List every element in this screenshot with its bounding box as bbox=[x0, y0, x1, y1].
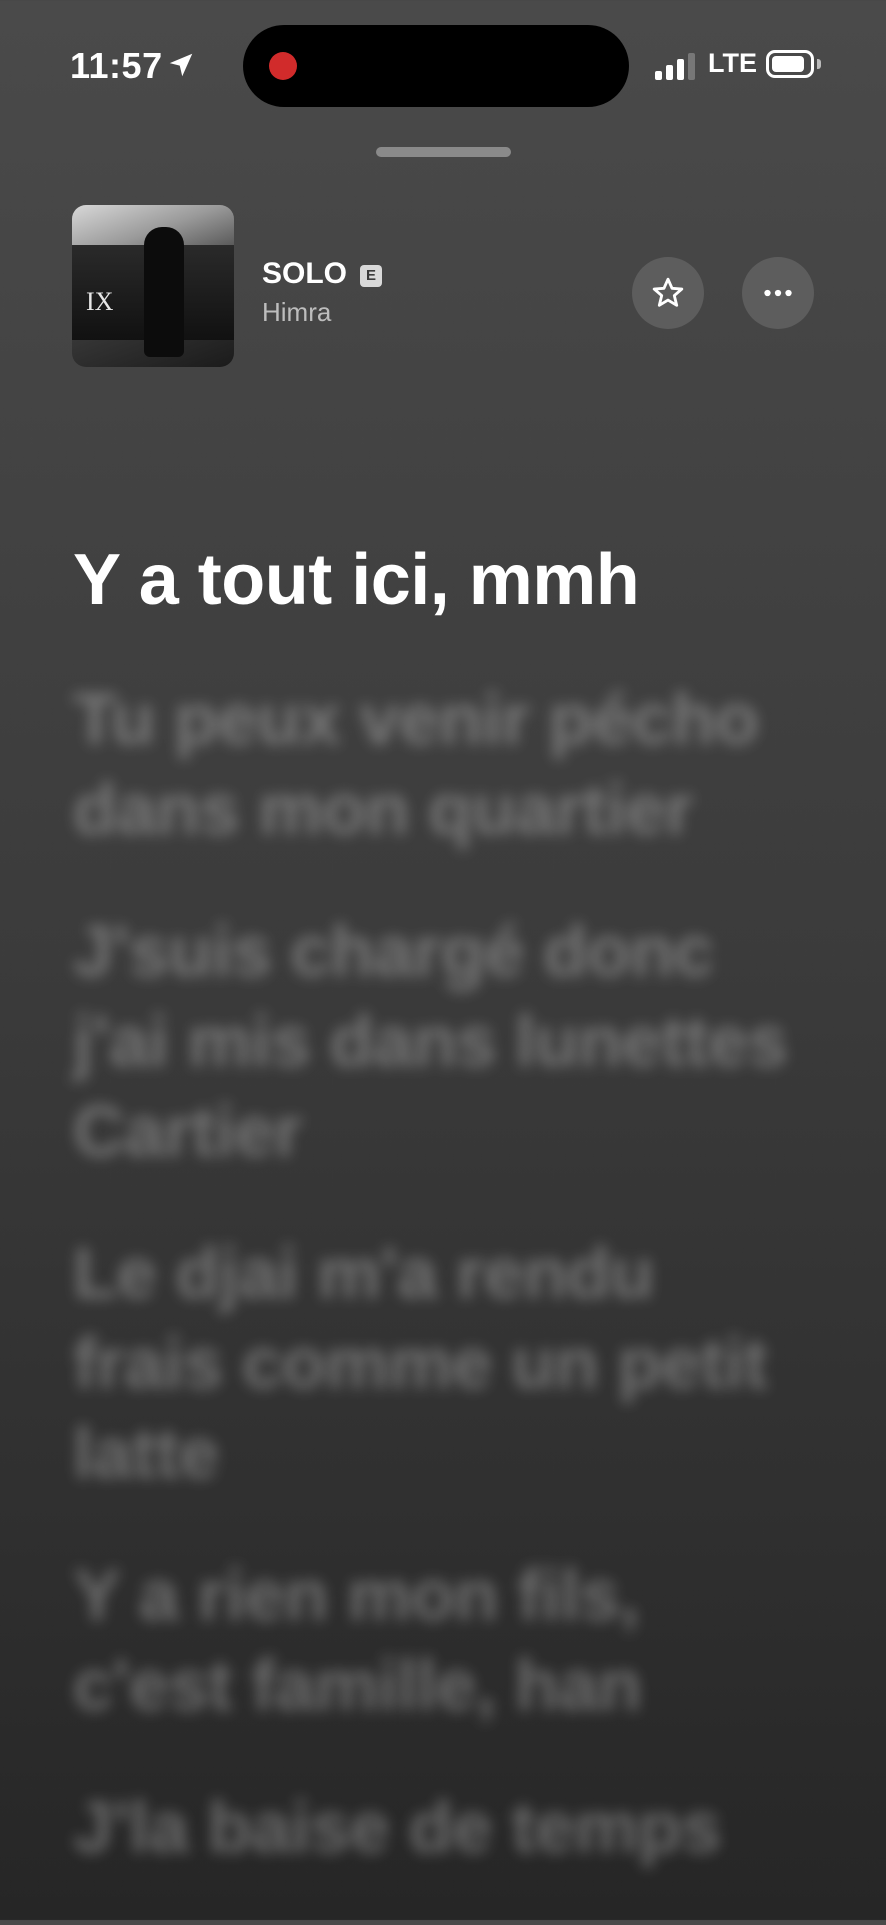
lyric-line[interactable]: Y a rien mon fils, c'est famille, han bbox=[73, 1551, 813, 1731]
dynamic-island bbox=[243, 25, 629, 107]
lyric-line[interactable]: Tu peux venir pécho dans mon quartier bbox=[73, 675, 813, 855]
battery-icon bbox=[766, 50, 814, 78]
ellipsis-icon bbox=[764, 289, 792, 297]
location-arrow-icon bbox=[169, 53, 193, 77]
network-type: LTE bbox=[708, 48, 757, 78]
artist-name[interactable]: Himra bbox=[262, 297, 331, 328]
now-playing-header: IX SOLO E Himra bbox=[72, 205, 814, 367]
status-time: 11:57 bbox=[70, 45, 163, 86]
sheet-grabber[interactable] bbox=[376, 147, 511, 157]
cellular-signal-icon bbox=[655, 52, 697, 80]
lyric-line-current[interactable]: Y a tout ici, mmh bbox=[73, 535, 813, 625]
lyric-line[interactable]: J'suis chargé donc j'ai mis dans lunette… bbox=[73, 907, 813, 1177]
recording-indicator bbox=[269, 52, 297, 80]
lyrics-view[interactable]: Y a tout ici, mmh Tu peux venir pécho da… bbox=[73, 535, 813, 1925]
song-title: SOLO bbox=[262, 257, 348, 290]
favorite-button[interactable] bbox=[632, 257, 704, 329]
status-bar: 11:57 LTE bbox=[0, 0, 886, 130]
more-options-button[interactable] bbox=[742, 257, 814, 329]
lyric-line[interactable]: J'la baise de temps bbox=[73, 1783, 813, 1873]
star-icon bbox=[652, 277, 684, 307]
album-artwork[interactable]: IX bbox=[72, 205, 234, 367]
explicit-badge: E bbox=[360, 265, 382, 287]
lyric-line[interactable]: Le djai m'a rendu frais comme un petit l… bbox=[73, 1229, 813, 1499]
battery-tip bbox=[817, 59, 821, 69]
